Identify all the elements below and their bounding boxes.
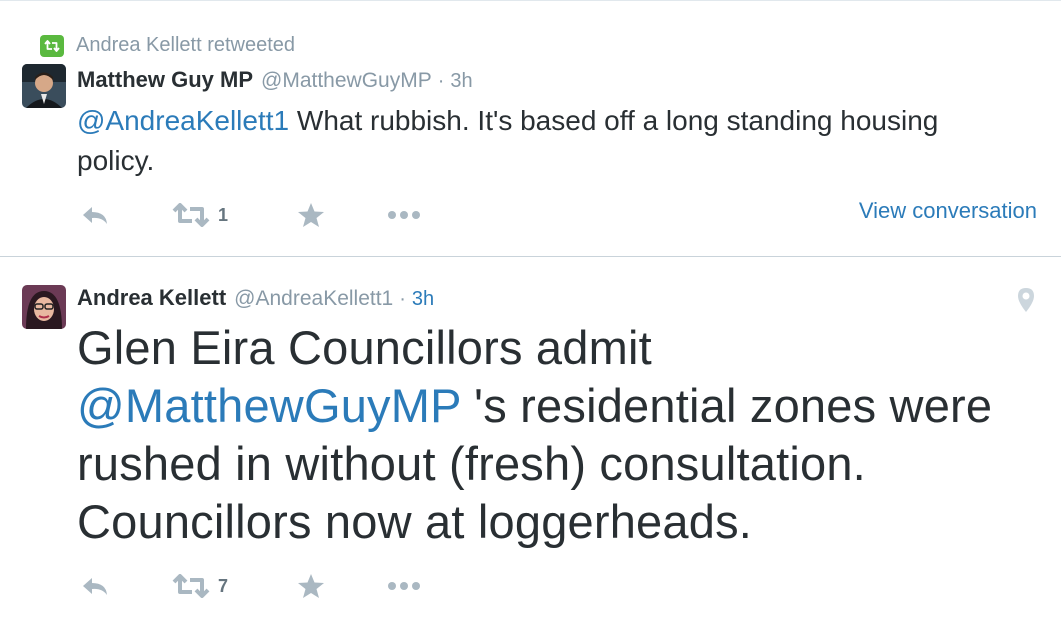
separator: · bbox=[399, 288, 406, 310]
tweet-text-before: Glen Eira Councillors admit bbox=[77, 321, 652, 374]
map-pin-icon[interactable] bbox=[1017, 287, 1035, 318]
retweet-button[interactable]: 7 bbox=[172, 574, 297, 598]
more-icon bbox=[388, 211, 420, 219]
mention-link[interactable]: @AndreaKellett1 bbox=[77, 105, 289, 136]
reply-button[interactable] bbox=[80, 204, 172, 226]
retweet-button[interactable]: 1 bbox=[172, 203, 297, 227]
tweet-text: Glen Eira Councillors admit @MatthewGuyM… bbox=[77, 319, 1037, 551]
retweet-icon bbox=[172, 574, 210, 598]
tweet-actions: 1 bbox=[80, 202, 421, 228]
tweet-andrea-kellett[interactable]: Andrea Kellett @AndreaKellett1 · 3h Glen… bbox=[0, 256, 1061, 629]
timestamp[interactable]: 3h bbox=[450, 70, 472, 93]
tweet-header: Matthew Guy MP @MatthewGuyMP · 3h bbox=[77, 67, 473, 93]
tweet-text: @AndreaKellett1 What rubbish. It's based… bbox=[77, 101, 1017, 181]
retweet-context: Andrea Kellett retweeted bbox=[40, 34, 295, 57]
timestamp[interactable]: 3h bbox=[412, 288, 434, 311]
more-icon bbox=[388, 582, 420, 590]
favorite-button[interactable] bbox=[297, 202, 387, 228]
tweet-actions: 7 bbox=[80, 573, 421, 599]
reply-button[interactable] bbox=[80, 575, 172, 597]
favorite-button[interactable] bbox=[297, 573, 387, 599]
separator: · bbox=[437, 70, 445, 92]
star-icon bbox=[298, 574, 324, 598]
retweet-count: 1 bbox=[218, 204, 229, 225]
star-icon bbox=[298, 203, 324, 227]
tweet-matthew-guy[interactable]: Andrea Kellett retweeted Matthew Guy MP … bbox=[0, 0, 1061, 257]
author-name[interactable]: Andrea Kellett bbox=[77, 285, 226, 311]
author-handle[interactable]: @AndreaKellett1 bbox=[234, 287, 393, 311]
view-conversation-link[interactable]: View conversation bbox=[859, 198, 1037, 224]
more-button[interactable] bbox=[387, 210, 421, 220]
author-name[interactable]: Matthew Guy MP bbox=[77, 67, 253, 93]
tweet-header: Andrea Kellett @AndreaKellett1 · 3h bbox=[77, 285, 434, 311]
avatar[interactable] bbox=[22, 64, 66, 108]
author-handle[interactable]: @MatthewGuyMP bbox=[261, 69, 432, 93]
mention-link[interactable]: @MatthewGuyMP bbox=[77, 379, 461, 432]
reply-icon bbox=[83, 207, 107, 224]
reply-icon bbox=[83, 578, 107, 595]
retweeted-by-label: Andrea Kellett retweeted bbox=[76, 34, 296, 56]
retweet-count: 7 bbox=[218, 575, 229, 596]
retweet-icon bbox=[172, 203, 210, 227]
avatar[interactable] bbox=[22, 285, 66, 329]
retweet-badge-icon bbox=[40, 34, 64, 57]
more-button[interactable] bbox=[387, 581, 421, 591]
